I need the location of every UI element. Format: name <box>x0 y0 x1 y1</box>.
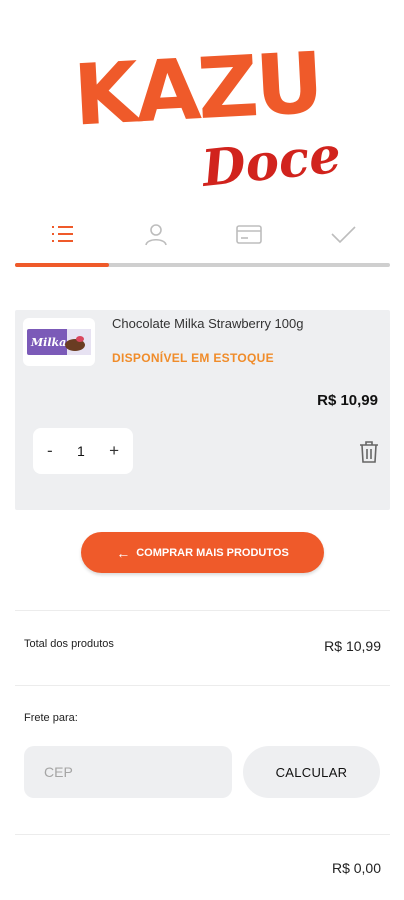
stock-status: DISPONÍVEL EM ESTOQUE <box>112 351 274 365</box>
arrow-left-icon: ← <box>116 544 131 561</box>
divider <box>15 685 390 686</box>
product-price: R$ 10,99 <box>317 392 378 409</box>
checkout-steps <box>15 216 390 252</box>
product-name[interactable]: Chocolate Milka Strawberry 100g <box>112 316 303 331</box>
list-icon <box>51 226 73 242</box>
shipping-value: R$ 0,00 <box>331 860 381 876</box>
increase-quantity-button[interactable]: + <box>109 441 119 461</box>
products-total-value: R$ 10,99 <box>324 638 381 654</box>
checkmark-icon <box>331 226 356 244</box>
quantity-value: 1 <box>76 443 85 459</box>
brand-logo: KAZU Doces <box>70 34 371 198</box>
logo-text-kazu: KAZU <box>71 38 323 145</box>
step-cart[interactable] <box>15 216 109 252</box>
buy-more-products-button[interactable]: ← COMPRAR MAIS PRODUTOS <box>81 532 324 573</box>
decrease-quantity-button[interactable]: - <box>47 441 53 461</box>
step-account[interactable] <box>109 216 203 252</box>
divider <box>15 834 390 835</box>
step-payment[interactable] <box>203 216 297 252</box>
credit-card-icon <box>236 225 263 244</box>
checkout-progress-bar <box>15 263 390 267</box>
divider <box>15 610 390 611</box>
products-total-label: Total dos produtos <box>24 638 114 650</box>
cart-item: Milka Chocolate Milka Strawberry 100g DI… <box>15 310 390 510</box>
buy-more-products-label: COMPRAR MAIS PRODUTOS <box>136 546 289 559</box>
step-confirmation[interactable] <box>296 216 390 252</box>
person-icon <box>144 224 167 246</box>
checkout-progress-fill <box>15 263 109 267</box>
cep-input[interactable] <box>24 746 232 798</box>
milka-chocolate-image: Milka <box>27 329 91 355</box>
product-image: Milka <box>23 318 95 366</box>
trash-icon[interactable] <box>358 440 380 464</box>
calculate-shipping-button[interactable]: CALCULAR <box>243 746 380 798</box>
shipping-label: Frete para: <box>24 712 78 724</box>
thumb-brand-text: Milka <box>30 336 66 349</box>
quantity-stepper: - 1 + <box>33 428 133 474</box>
